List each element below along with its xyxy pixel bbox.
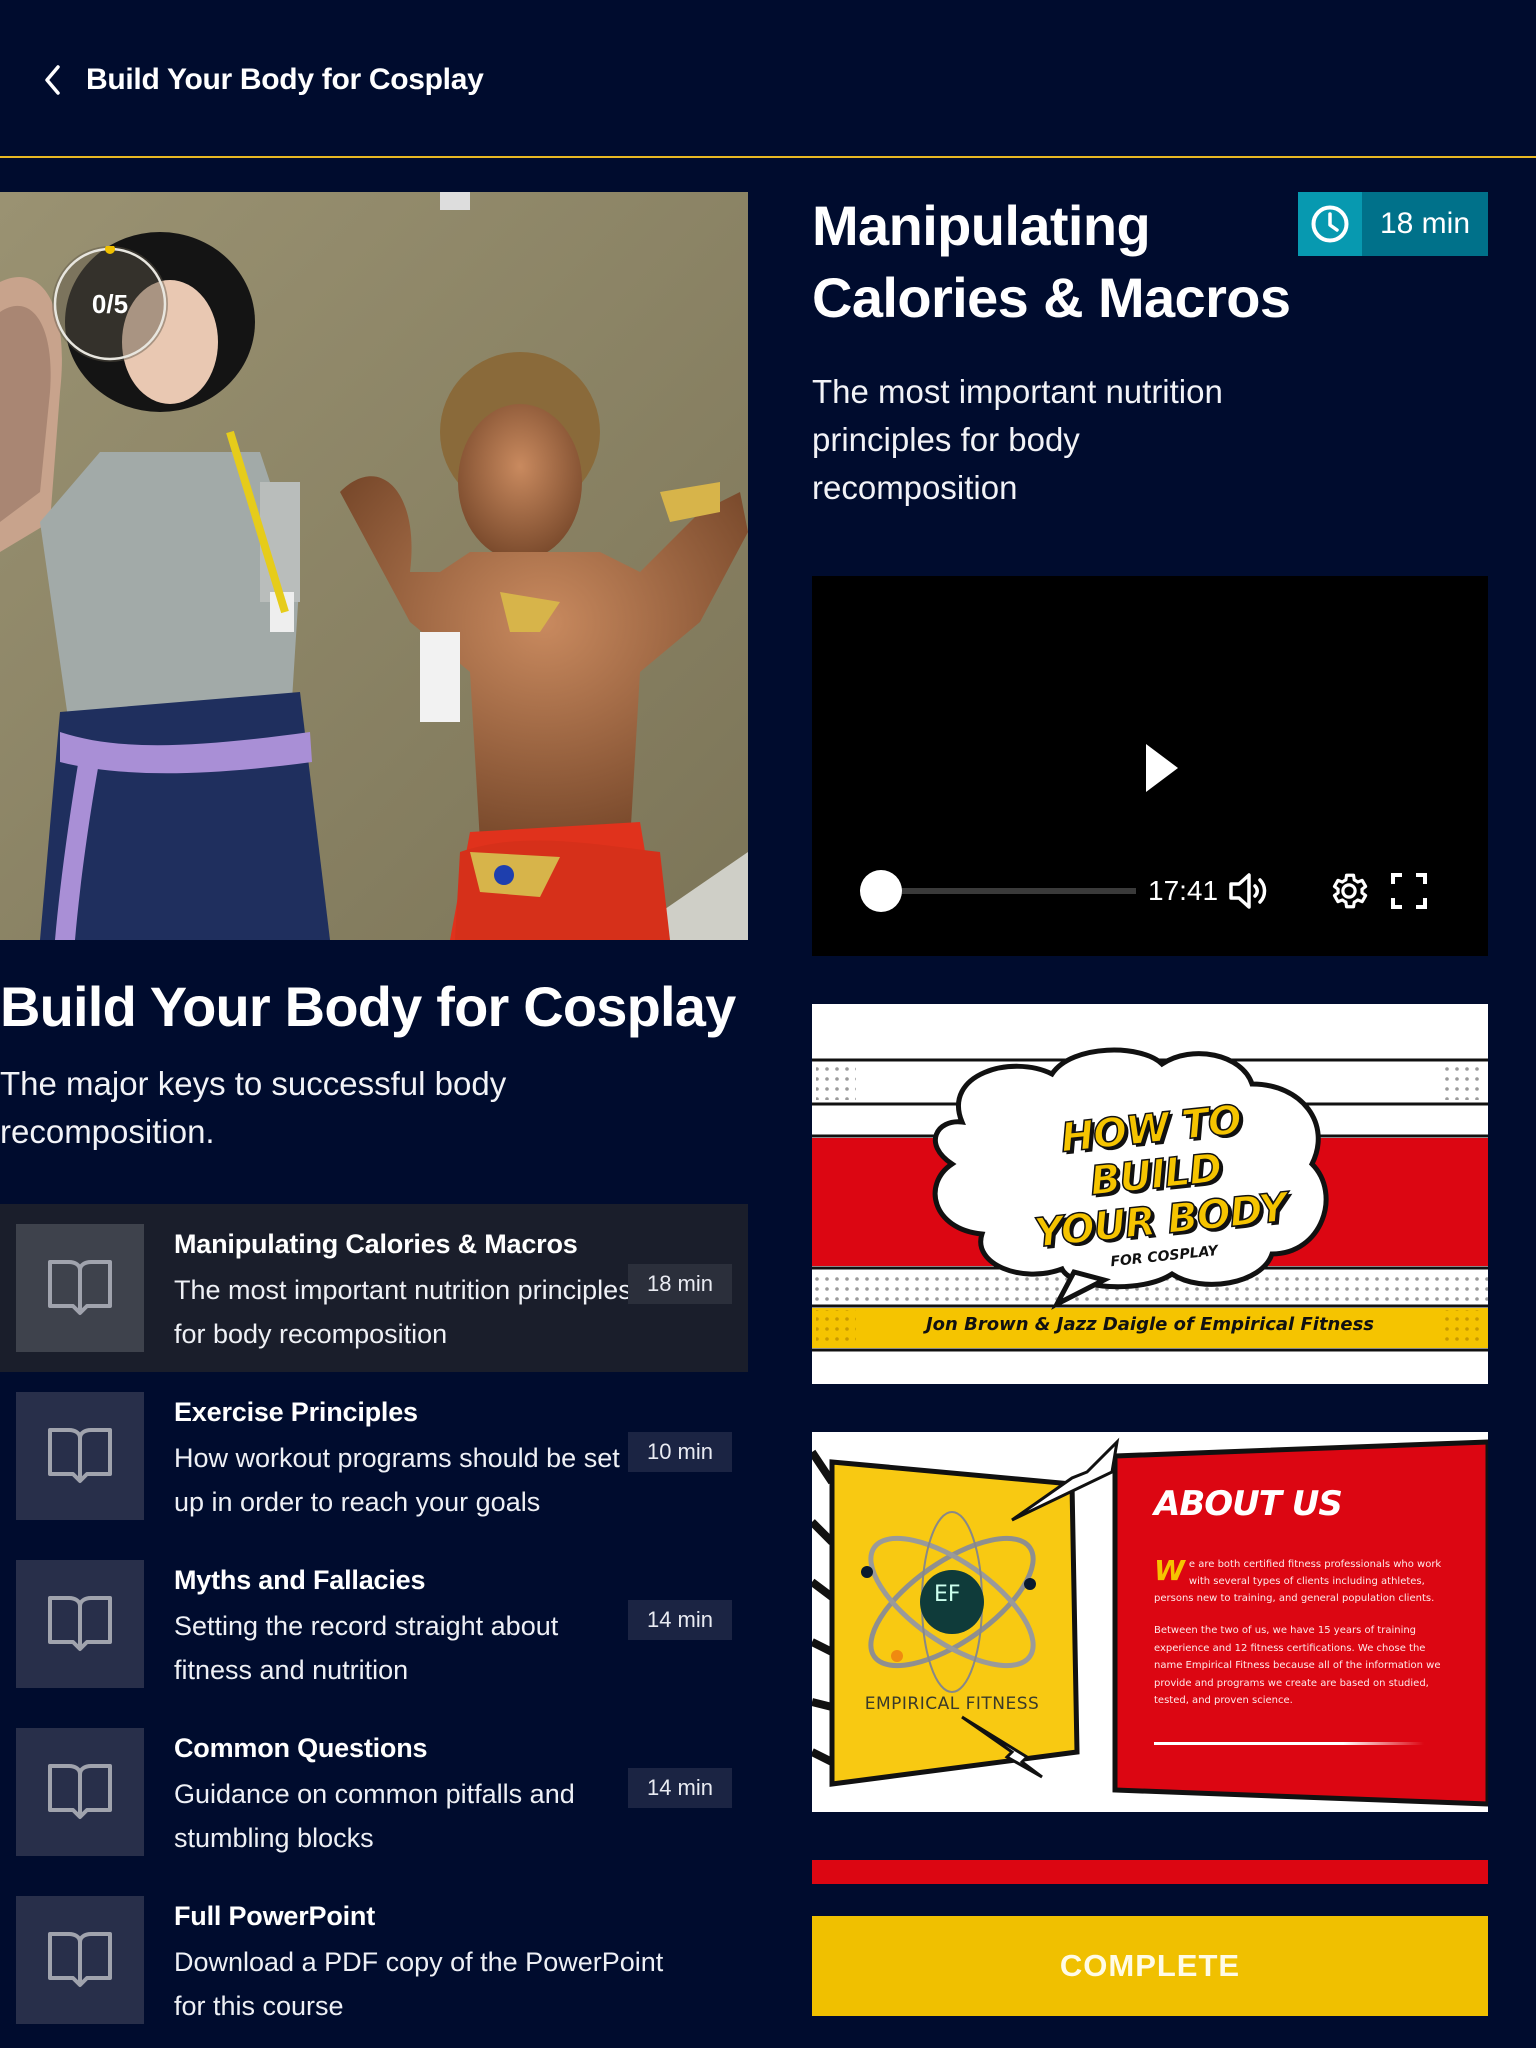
play-button[interactable]	[1132, 738, 1192, 798]
lesson-title: Myths and Fallacies	[174, 1565, 426, 1595]
logo-initials: EF	[934, 1582, 961, 1607]
logo-text: EMPIRICAL FITNESS	[864, 1694, 1040, 1714]
lesson-description: Setting the record straight about fitnes…	[174, 1611, 559, 1685]
duration-badge: 18 min	[1298, 192, 1488, 256]
cover-byline: Jon Brown & Jazz Daigle of Empirical Fit…	[925, 1314, 1375, 1335]
book-icon	[48, 1932, 112, 1987]
volume-button[interactable]	[1226, 868, 1272, 914]
lesson-description: Guidance on common pitfalls and stumblin…	[174, 1779, 575, 1853]
book-icon	[48, 1428, 112, 1483]
seek-handle[interactable]	[860, 870, 902, 912]
volume-icon	[1229, 873, 1267, 909]
lesson-list: Manipulating Calories & Macros The most …	[0, 1204, 748, 2044]
time-remaining: 17:41	[1148, 875, 1219, 906]
book-icon	[48, 1764, 112, 1819]
lesson-item[interactable]: Manipulating Calories & Macros The most …	[0, 1204, 748, 1372]
top-bar: Build Your Body for Cosplay	[0, 0, 1536, 158]
about-paragraph-1: W e are both certified fitness professio…	[1154, 1554, 1442, 1605]
course-progress-ring: 0/5	[52, 244, 168, 362]
lesson-title: Full PowerPoint	[174, 1901, 376, 1931]
lesson-thumbnail	[16, 1224, 144, 1352]
lesson-title: Manipulating Calories & Macros	[174, 1229, 578, 1259]
cover-headline: HOW TO BUILD YOUR BODY FOR COSPLAY	[1031, 1096, 1289, 1271]
lesson-thumbnail	[16, 1728, 144, 1856]
current-lesson-title: Manipulating Calories & Macros	[812, 194, 1291, 329]
lesson-title: Common Questions	[174, 1733, 428, 1763]
lesson-description: How workout programs should be set up in…	[174, 1443, 620, 1517]
about-heading: ABOUT US	[1154, 1484, 1343, 1524]
duration-icon-box	[1298, 192, 1362, 256]
slide-cover[interactable]: HOW TO BUILD YOUR BODY FOR COSPLAY Jon B…	[812, 1004, 1488, 1384]
book-icon	[48, 1596, 112, 1651]
gear-icon	[1332, 873, 1368, 909]
duration-text: 18 min	[1362, 192, 1488, 256]
lesson-thumbnail	[16, 1896, 144, 2024]
lesson-item[interactable]: Full PowerPoint Download a PDF copy of t…	[0, 1876, 748, 2044]
lesson-item[interactable]: Common Questions Guidance on common pitf…	[0, 1708, 748, 1876]
back-button[interactable]	[36, 60, 70, 100]
lesson-item[interactable]: Myths and Fallacies Setting the record s…	[0, 1540, 748, 1708]
lesson-duration: 14 min	[628, 1768, 732, 1808]
play-icon	[1146, 744, 1178, 792]
lesson-duration: 10 min	[628, 1432, 732, 1472]
drop-cap: W	[1154, 1554, 1185, 1587]
slide-about-us[interactable]: EF EMPIRICAL FITNESS ABOUT US W e are bo…	[812, 1432, 1488, 1812]
lesson-description: The most important nutrition principles …	[174, 1275, 632, 1349]
about-divider	[1154, 1742, 1424, 1745]
book-icon	[48, 1260, 112, 1315]
video-player[interactable]: 17:41	[812, 576, 1488, 956]
decorative-red-bar	[812, 1860, 1488, 1884]
complete-button[interactable]: COMPLETE	[812, 1916, 1488, 2016]
seek-bar[interactable]	[880, 888, 1136, 894]
current-lesson-description: The most important nutrition principles …	[812, 373, 1223, 506]
lesson-thumbnail	[16, 1392, 144, 1520]
fullscreen-icon	[1391, 873, 1427, 909]
lesson-duration: 18 min	[628, 1264, 732, 1304]
progress-label: 0/5	[91, 288, 129, 319]
lesson-thumbnail	[16, 1560, 144, 1688]
course-description: The major keys to successful body recomp…	[0, 1065, 507, 1150]
clock-icon	[1311, 205, 1349, 243]
lesson-duration: 14 min	[628, 1600, 732, 1640]
fullscreen-button[interactable]	[1386, 868, 1432, 914]
header-title: Build Your Body for Cosplay	[86, 63, 484, 96]
chevron-left-icon	[45, 65, 60, 95]
lesson-description: Download a PDF copy of the PowerPoint fo…	[174, 1947, 664, 2021]
lesson-item[interactable]: Exercise Principles How workout programs…	[0, 1372, 748, 1540]
settings-button[interactable]	[1326, 868, 1372, 914]
lesson-title: Exercise Principles	[174, 1397, 418, 1427]
about-paragraph-2: Between the two of us, we have 15 years …	[1154, 1625, 1441, 1706]
course-title: Build Your Body for Cosplay	[0, 975, 736, 1038]
